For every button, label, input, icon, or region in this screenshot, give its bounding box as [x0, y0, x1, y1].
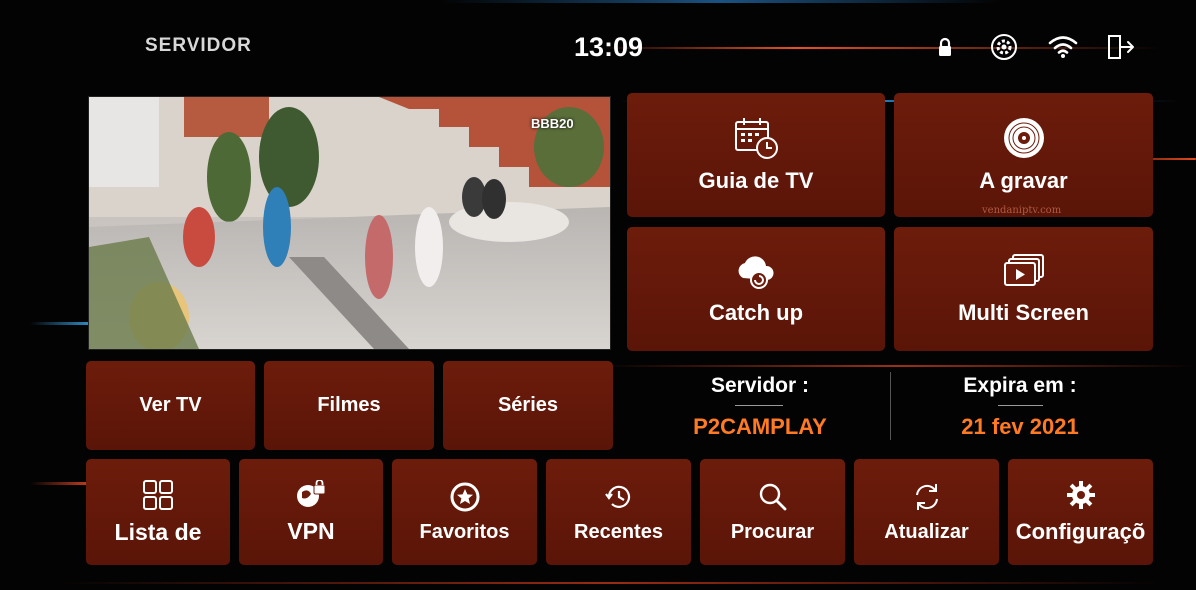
favorites-label: Favoritos	[419, 520, 510, 543]
server-value: P2CAMPLAY	[693, 414, 827, 439]
favorites-button[interactable]: Favoritos	[392, 459, 537, 565]
search-icon	[757, 481, 789, 513]
update-label: Atualizar	[884, 520, 969, 543]
recording-button[interactable]: A gravar vendaniptv.com	[894, 93, 1153, 217]
divider	[998, 405, 1043, 406]
calendar-clock-icon	[733, 116, 779, 160]
vpn-label: VPN	[287, 517, 335, 544]
watch-tv-button[interactable]: Ver TV	[86, 361, 255, 450]
catch-up-label: Catch up	[708, 300, 804, 325]
light-streak	[440, 0, 1000, 3]
recording-label: A gravar	[979, 168, 1068, 193]
light-streak	[60, 582, 1160, 584]
video-frame	[89, 97, 610, 349]
settings-button[interactable]: Configuraçõ	[1008, 459, 1153, 565]
wifi-icon	[1048, 33, 1078, 61]
channel-list-label: Lista de	[114, 518, 202, 545]
light-streak	[600, 365, 1196, 367]
divider	[890, 372, 891, 440]
watermark: vendaniptv.com	[982, 205, 1062, 216]
brand-logo: SERVIDOR	[145, 35, 252, 56]
divider	[735, 405, 783, 406]
history-icon	[603, 481, 635, 513]
disc-icon	[1002, 116, 1046, 160]
series-label: Séries	[497, 394, 559, 416]
multi-screen-icon	[1001, 252, 1047, 292]
clock: 13:09	[574, 32, 644, 62]
catch-up-button[interactable]: Catch up	[627, 227, 885, 351]
gear-icon	[1065, 479, 1097, 511]
tv-guide-button[interactable]: Guia de TV	[627, 93, 885, 217]
settings-refresh-icon[interactable]	[989, 33, 1019, 61]
refresh-icon	[911, 481, 943, 513]
channel-logo: BBB20	[531, 116, 574, 131]
vpn-lock-icon	[295, 479, 327, 510]
search-button[interactable]: Procurar	[700, 459, 845, 565]
multi-screen-label: Multi Screen	[958, 300, 1089, 325]
cloud-refresh-icon	[733, 252, 779, 292]
multi-screen-button[interactable]: Multi Screen	[894, 227, 1153, 351]
channel-list-button[interactable]: Lista de	[86, 459, 230, 565]
recent-label: Recentes	[574, 520, 663, 543]
search-label: Procurar	[730, 520, 815, 543]
movies-button[interactable]: Filmes	[264, 361, 434, 450]
expiry-value: 21 fev 2021	[961, 414, 1079, 439]
tv-guide-label: Guia de TV	[698, 168, 814, 193]
expiry-label: Expira em :	[963, 374, 1077, 397]
watch-tv-label: Ver TV	[139, 394, 202, 416]
server-label: Servidor :	[710, 374, 810, 397]
exit-icon[interactable]	[1106, 33, 1136, 61]
update-button[interactable]: Atualizar	[854, 459, 999, 565]
movies-label: Filmes	[317, 394, 381, 416]
vpn-button[interactable]: VPN	[239, 459, 383, 565]
grid-icon	[142, 479, 174, 511]
lock-icon[interactable]	[930, 33, 960, 61]
settings-label: Configuraçõ	[1015, 519, 1146, 544]
live-video-preview[interactable]: BBB20	[88, 96, 611, 350]
series-button[interactable]: Séries	[443, 361, 613, 450]
recent-button[interactable]: Recentes	[546, 459, 691, 565]
star-circle-icon	[449, 481, 481, 513]
